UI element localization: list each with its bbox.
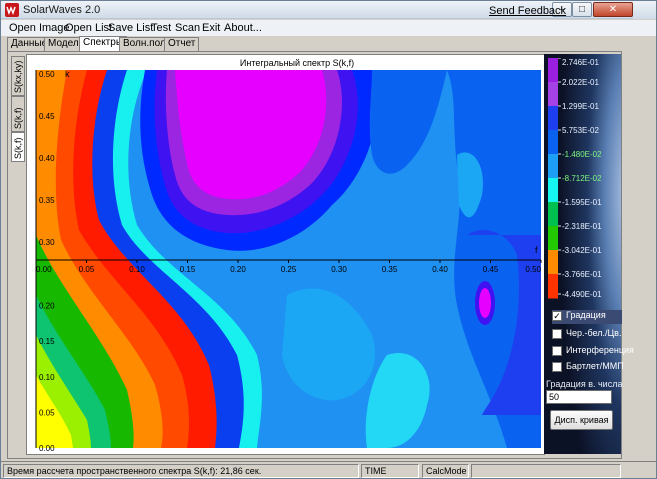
status-extra [471,464,621,478]
colorbar-swatch [548,274,558,299]
side-tab-skf-2[interactable]: S(k,f) [11,132,25,162]
menu-scan[interactable]: Scan [175,22,200,34]
colorbar-label: -1.480E-02 [562,150,602,159]
x-tick-label: 0.15 [180,265,196,274]
title-bar-edge [633,1,656,19]
spectra-panel: S(kx,ky) S(k,f) S(k,f) 0.00 0.05 0.10 0.… [7,51,634,459]
y-tick-label: 0.50 [39,70,55,79]
x-tick-label: 0.00 [36,265,52,274]
y-tick-label: 0.00 [39,444,55,453]
interference-checkbox[interactable]: Интерференция [552,345,634,359]
app-window: SolarWaves 2.0 – □ ✕ Open Image Open Lis… [0,0,657,479]
menu-exit[interactable]: Exit [202,22,220,34]
bartlett-checkbox[interactable]: Бартлет/ММП [552,361,624,375]
bw-color-label: Чер.-бел./Цв. [566,328,622,338]
side-tab-label: S(k,f) [13,107,23,130]
interference-label: Интерференция [566,345,634,355]
colorbar-swatch [548,154,558,179]
menu-about[interactable]: About... [224,22,262,34]
bartlett-label: Бартлет/ММП [566,361,624,371]
y-tick-label: 0.35 [39,196,55,205]
app-logo-icon [5,3,19,17]
menu-bar: Open Image Open List Save List Test Scan… [1,5,656,36]
y-tick-label: 0.40 [39,154,55,163]
spectrum-heatmap: 0.00 0.05 0.10 0.15 0.20 0.25 0.30 0.35 0.40 0.45… [35,58,542,453]
close-button[interactable]: ✕ [593,2,633,17]
gradation-count-label: Градация в. числа [546,379,623,389]
colorbar-label: -3.766E-01 [562,270,602,279]
gradation-checkbox[interactable]: ✓ Градация [552,310,622,324]
y-tick-label: 0.05 [39,408,55,417]
checkbox-box [552,329,562,339]
side-tab-label: S(k,f) [13,137,23,160]
y-tick-label: 0.45 [39,112,55,121]
status-message: Время рассчета пространственного спектра… [3,464,359,478]
status-time: TIME [361,464,419,478]
colorbar-label: -8.712E-02 [562,174,602,183]
colorbar-label: -1.595E-01 [562,198,602,207]
side-tab-skxky[interactable]: S(kx,ky) [11,56,25,96]
gradation-count-input[interactable]: 50 [546,390,612,404]
side-tab-label: S(kx,ky) [13,60,23,94]
gradation-label: Градация [566,310,606,320]
colorbar-label: 5.753E-02 [562,126,599,135]
colorbar-label: -2.318E-01 [562,222,602,231]
menu-save-list[interactable]: Save List [108,22,153,34]
colorbar-swatch [548,178,558,203]
colorbar-label: -4.490E-01 [562,290,602,299]
y-tick-label: 0.30 [39,238,55,247]
colorbar-swatch [548,130,558,155]
menu-open-list[interactable]: Open List [65,22,112,34]
checkbox-box [552,362,562,372]
checkbox-check-icon: ✓ [552,311,562,321]
colorbar-swatch [548,82,558,107]
colorbar-swatch [548,202,558,227]
menu-test[interactable]: Test [151,22,171,34]
x-tick-label: 0.45 [483,265,499,274]
status-mode: CalcMode [422,464,469,478]
x-tick-label: 0.25 [281,265,297,274]
x-tick-label: 0.50 [525,265,541,274]
colorbar-label: 1.299E-01 [562,102,599,111]
side-tab-skf-1[interactable]: S(k,f) [11,96,25,132]
menu-open-image[interactable]: Open Image [9,22,70,34]
window-title: SolarWaves 2.0 [23,4,101,16]
colorbar-swatch [548,226,558,251]
colorbar-swatch [548,106,558,131]
colorbar-swatch [548,250,558,275]
colorbar: 2.746E-01 2.022E-01 1.299E-01 5.753E-02 -1.4… [548,58,602,299]
colorbar-swatch [548,58,558,83]
spectrum-plot[interactable]: 0.00 0.05 0.10 0.15 0.20 0.25 0.30 0.35 0.40 0.45… [26,54,545,455]
tab-report[interactable]: Отчет [164,37,200,51]
colorbar-label: -3.042E-01 [562,246,602,255]
y-tick-label: 0.10 [39,373,55,382]
colorbar-label: 2.022E-01 [562,78,599,87]
bw-color-checkbox[interactable]: Чер.-бел./Цв. [552,328,622,342]
chart-title: Интегральный спектр S(k,f) [240,58,354,68]
status-bar: Время рассчета пространственного спектра… [1,461,656,478]
dispersion-curve-button[interactable]: Дисп. кривая [550,410,613,430]
x-tick-label: 0.30 [331,265,347,274]
y-axis-label: k [65,69,70,79]
x-tick-label: 0.40 [432,265,448,274]
maximize-button[interactable]: □ [572,2,592,17]
y-tick-label: 0.15 [39,337,55,346]
checkbox-box [552,346,562,356]
colorbar-label: 2.746E-01 [562,58,599,67]
contour-local-peak [479,288,491,318]
x-tick-label: 0.10 [129,265,145,274]
x-tick-label: 0.20 [230,265,246,274]
y-tick-label: 0.20 [39,302,55,311]
x-tick-label: 0.05 [79,265,95,274]
send-feedback-link[interactable]: Send Feedback [489,5,566,17]
x-tick-label: 0.35 [382,265,398,274]
